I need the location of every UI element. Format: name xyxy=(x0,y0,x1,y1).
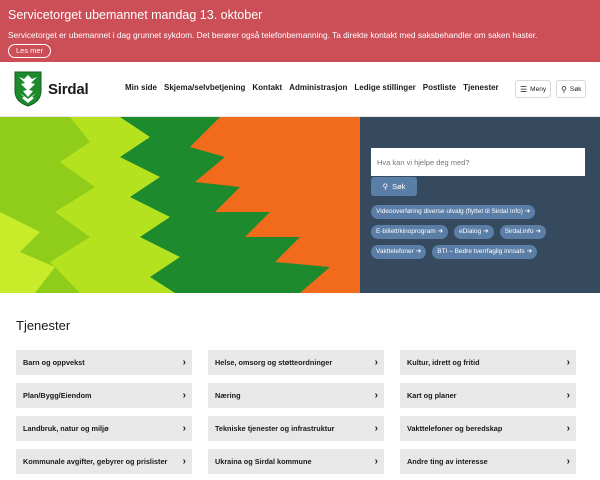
service-item[interactable]: Kommunale avgifter, gebyrer og prisliste… xyxy=(16,449,192,474)
alert-banner: Servicetorget ubemannet mandag 13. oktob… xyxy=(0,0,600,62)
search-button-label: Søk xyxy=(392,182,406,191)
service-label: Andre ting av interesse xyxy=(407,457,488,466)
quick-link[interactable]: eDialog ➔ xyxy=(454,225,494,239)
nav-tjenester[interactable]: Tjenester xyxy=(463,83,499,92)
nav-min-side[interactable]: Min side xyxy=(125,83,157,92)
quick-link[interactable]: BTI – Bedre tverrfaglig innsats ➔ xyxy=(432,245,538,259)
service-label: Barn og oppvekst xyxy=(23,358,85,367)
hero: ⚲ Søk Videooverføring diverse utvalg (fl… xyxy=(0,117,600,293)
quick-link-label: Vakttelefoner xyxy=(376,248,414,255)
service-label: Kultur, idrett og fritid xyxy=(407,358,480,367)
arrow-right-icon: ➔ xyxy=(415,248,422,255)
service-item[interactable]: Helse, omsorg og støtteordninger › xyxy=(208,350,384,375)
arrow-right-icon: ➔ xyxy=(524,208,531,215)
site-header: Sirdal Min side Skjema/selvbetjening Kon… xyxy=(0,62,600,117)
chevron-right-icon: › xyxy=(566,389,570,401)
nav-ledige-stillinger[interactable]: Ledige stillinger xyxy=(354,83,415,92)
site-logo[interactable]: Sirdal xyxy=(14,68,104,110)
alert-title: Servicetorget ubemannet mandag 13. oktob… xyxy=(8,8,263,22)
service-item[interactable]: Kart og planer › xyxy=(400,383,576,408)
quick-link-label: Videooverføring diverse utvalg (flyttet … xyxy=(376,208,523,215)
service-item[interactable]: Næring › xyxy=(208,383,384,408)
service-label: Næring xyxy=(215,391,241,400)
quick-link-label: eDialog xyxy=(459,228,482,235)
chevron-right-icon: › xyxy=(182,356,186,368)
alert-text: Servicetorget er ubemannet i dag grunnet… xyxy=(8,30,538,40)
chevron-right-icon: › xyxy=(182,455,186,467)
search-icon: ⚲ xyxy=(382,182,389,191)
nav-administrasjon[interactable]: Administrasjon xyxy=(289,83,347,92)
nav-postliste[interactable]: Postliste xyxy=(423,83,456,92)
service-item[interactable]: Landbruk, natur og miljø › xyxy=(16,416,192,441)
main-nav: Min side Skjema/selvbetjening Kontakt Ad… xyxy=(125,83,506,92)
hero-graphic xyxy=(0,117,360,293)
services-title: Tjenester xyxy=(16,318,71,333)
services-grid: Barn og oppvekst › Helse, omsorg og støtt… xyxy=(16,350,586,474)
service-label: Ukraina og Sirdal kommune xyxy=(215,457,312,466)
nav-kontakt[interactable]: Kontakt xyxy=(252,83,282,92)
arrow-right-icon: ➔ xyxy=(483,228,489,235)
arrow-right-icon: ➔ xyxy=(526,248,533,255)
hamburger-icon: ☰ xyxy=(520,84,528,94)
chevron-right-icon: › xyxy=(374,455,378,467)
coat-of-arms-icon xyxy=(14,71,42,107)
quick-link[interactable]: E-billett/kinoprogram ➔ xyxy=(371,225,449,239)
logo-text: Sirdal xyxy=(48,80,89,98)
service-label: Tekniske tjenester og infrastruktur xyxy=(215,424,335,433)
chevron-right-icon: › xyxy=(566,356,570,368)
service-label: Plan/Bygg/Eiendom xyxy=(23,391,92,400)
chevron-right-icon: › xyxy=(566,455,570,467)
arrow-right-icon: ➔ xyxy=(437,228,444,235)
quick-link-label: E-billett/kinoprogram xyxy=(376,228,436,235)
quick-link[interactable]: Videooverføring diverse utvalg (flyttet … xyxy=(371,205,536,219)
menu-label: Meny xyxy=(530,85,547,93)
quick-link-label: Sirdal.info xyxy=(504,228,534,235)
read-more-button[interactable]: Les mer xyxy=(8,44,52,58)
search-button[interactable]: ⚲ Søk xyxy=(371,177,417,196)
header-search-label: Søk xyxy=(569,85,582,93)
service-item[interactable]: Barn og oppvekst › xyxy=(16,350,192,375)
chevron-right-icon: › xyxy=(182,389,186,401)
arrow-right-icon: ➔ xyxy=(535,228,541,235)
quick-link-label: BTI – Bedre tverrfaglig innsats xyxy=(437,248,525,255)
quick-link[interactable]: Vakttelefoner ➔ xyxy=(371,245,427,259)
chevron-right-icon: › xyxy=(374,422,378,434)
search-icon: ⚲ xyxy=(561,84,567,94)
service-label: Vakttelefoner og beredskap xyxy=(407,424,503,433)
service-label: Helse, omsorg og støtteordninger xyxy=(215,358,333,367)
chevron-right-icon: › xyxy=(182,422,186,434)
nav-skjema[interactable]: Skjema/selvbetjening xyxy=(164,83,245,92)
chevron-right-icon: › xyxy=(374,356,378,368)
service-item[interactable]: Kultur, idrett og fritid › xyxy=(400,350,576,375)
service-item[interactable]: Andre ting av interesse › xyxy=(400,449,576,474)
service-item[interactable]: Vakttelefoner og beredskap › xyxy=(400,416,576,441)
search-input[interactable] xyxy=(371,148,585,176)
chevron-right-icon: › xyxy=(566,422,570,434)
header-search-button[interactable]: ⚲ Søk xyxy=(556,80,587,98)
service-item[interactable]: Plan/Bygg/Eiendom › xyxy=(16,383,192,408)
hero-search-panel: ⚲ Søk Videooverføring diverse utvalg (fl… xyxy=(360,117,600,293)
quick-link[interactable]: Sirdal.info ➔ xyxy=(499,225,546,239)
quick-links: Videooverføring diverse utvalg (flyttet … xyxy=(371,205,591,259)
service-item[interactable]: Ukraina og Sirdal kommune › xyxy=(208,449,384,474)
service-label: Landbruk, natur og miljø xyxy=(23,424,109,433)
service-item[interactable]: Tekniske tjenester og infrastruktur › xyxy=(208,416,384,441)
chevron-right-icon: › xyxy=(374,389,378,401)
menu-button[interactable]: ☰ Meny xyxy=(515,80,552,98)
service-label: Kart og planer xyxy=(407,391,457,400)
service-label: Kommunale avgifter, gebyrer og prisliste… xyxy=(23,457,168,466)
